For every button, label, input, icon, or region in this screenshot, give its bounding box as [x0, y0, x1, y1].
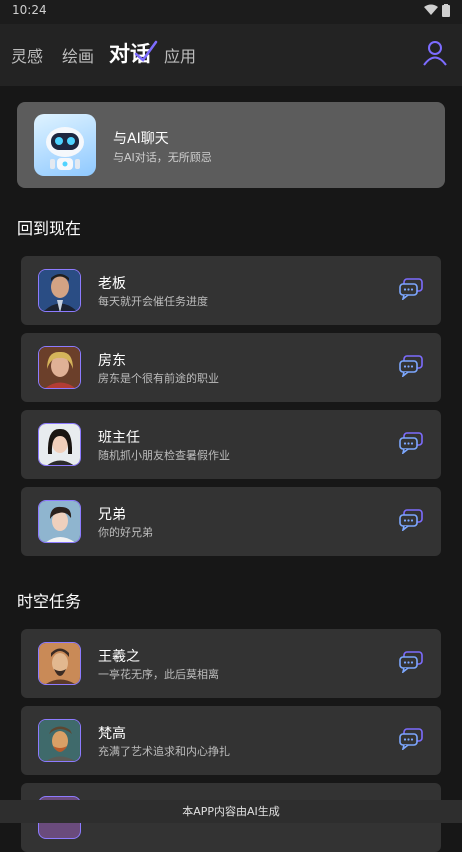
card-desc: 一亭花无序，此后莫相离 [98, 668, 219, 681]
ai-chat-card[interactable]: 与AI聊天 与AI对话，无所顾忌 [17, 102, 445, 188]
tab-apps[interactable]: 应用 [164, 43, 196, 67]
status-icons [424, 4, 450, 17]
avatar [38, 500, 81, 543]
wifi-icon [424, 4, 438, 15]
ai-chat-title: 与AI聊天 [113, 131, 169, 147]
chat-bubble-icon[interactable] [399, 728, 423, 750]
card-name: 班主任 [98, 430, 140, 446]
card-name: 老板 [98, 276, 126, 292]
card-name: 梵高 [98, 726, 126, 742]
avatar [38, 642, 81, 685]
chat-bubble-icon[interactable] [399, 355, 423, 377]
card-desc: 每天就开会催任务进度 [98, 295, 208, 308]
card-desc: 房东是个很有前途的职业 [98, 372, 219, 385]
character-card-vangogh[interactable]: 梵高 充满了艺术追求和内心挣扎 [21, 706, 441, 775]
section-title-spacetime: 时空任务 [17, 592, 82, 611]
avatar [38, 423, 81, 466]
status-bar: 10:24 [0, 0, 462, 24]
profile-icon[interactable] [422, 40, 448, 66]
avatar [38, 346, 81, 389]
card-name: 王羲之 [98, 649, 140, 665]
chat-bubble-icon[interactable] [399, 432, 423, 454]
battery-icon [442, 4, 450, 17]
tab-drawing[interactable]: 绘画 [62, 43, 94, 67]
card-name: 房东 [98, 353, 126, 369]
chat-bubble-icon[interactable] [399, 278, 423, 300]
ai-chat-subtitle: 与AI对话，无所顾忌 [113, 151, 212, 164]
active-tab-check-icon [134, 40, 158, 62]
character-card-landlord[interactable]: 房东 房东是个很有前途的职业 [21, 333, 441, 402]
avatar [38, 269, 81, 312]
character-card-teacher[interactable]: 班主任 随机抓小朋友检查暑假作业 [21, 410, 441, 479]
section-title-present: 回到现在 [17, 219, 82, 238]
card-name: 兄弟 [98, 507, 126, 523]
card-desc: 你的好兄弟 [98, 526, 153, 539]
character-card-wangxizhi[interactable]: 王羲之 一亭花无序，此后莫相离 [21, 629, 441, 698]
ai-generated-notice: 本APP内容由AI生成 [0, 800, 462, 823]
character-card-brother[interactable]: 兄弟 你的好兄弟 [21, 487, 441, 556]
top-nav: 灵感 绘画 对话 应用 [0, 24, 462, 86]
card-desc: 充满了艺术追求和内心挣扎 [98, 745, 230, 758]
robot-avatar [34, 114, 96, 176]
tab-inspiration[interactable]: 灵感 [11, 43, 43, 67]
card-desc: 随机抓小朋友检查暑假作业 [98, 449, 230, 462]
status-time: 10:24 [12, 3, 47, 17]
character-card-boss[interactable]: 老板 每天就开会催任务进度 [21, 256, 441, 325]
chat-bubble-icon[interactable] [399, 651, 423, 673]
robot-icon [46, 127, 84, 170]
chat-bubble-icon[interactable] [399, 509, 423, 531]
avatar [38, 719, 81, 762]
